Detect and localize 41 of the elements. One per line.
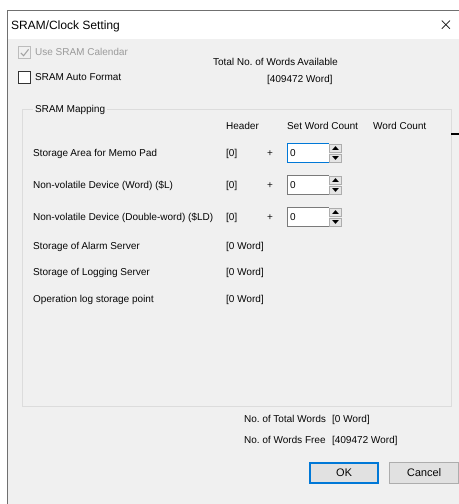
header-value: [0 Word] bbox=[226, 240, 265, 252]
header-value: [0] bbox=[226, 180, 238, 190]
row-label: Operation log storage point bbox=[33, 294, 155, 305]
total-words-label: Total No. of Words Available bbox=[213, 57, 338, 68]
word-count-field[interactable]: 0 bbox=[287, 175, 329, 195]
header-value: [0 Word] bbox=[226, 267, 265, 278]
summary-label: No. of Total Words bbox=[244, 414, 327, 425]
up-arrow-icon[interactable] bbox=[329, 208, 342, 216]
plus-sign: + bbox=[267, 212, 274, 222]
summary-label: No. of Words Free bbox=[244, 435, 327, 446]
row-label: Storage of Logging Server bbox=[33, 267, 151, 278]
plus-sign: + bbox=[267, 148, 274, 158]
close-button[interactable]: × bbox=[430, 15, 459, 35]
plus-sign: + bbox=[267, 180, 274, 190]
column-header: Word Count bbox=[373, 120, 426, 132]
column-header: Set Word Count bbox=[286, 120, 359, 132]
summary-value: [0 Word] bbox=[332, 414, 370, 425]
header-value: [0] bbox=[226, 148, 238, 158]
down-arrow-icon[interactable] bbox=[329, 154, 342, 162]
up-arrow-icon[interactable] bbox=[329, 144, 342, 152]
checkbox[interactable] bbox=[18, 71, 31, 84]
row-label: Non-volatile Device (Word) ($L) bbox=[33, 180, 174, 190]
header-value: [0] bbox=[226, 212, 238, 222]
word-count-field[interactable]: 0 bbox=[287, 207, 329, 227]
group-title: SRAM Mapping bbox=[34, 104, 106, 115]
dialog-button[interactable]: Cancel bbox=[389, 462, 459, 484]
edge-mark bbox=[451, 133, 459, 135]
up-arrow-icon[interactable] bbox=[329, 176, 342, 184]
window-title: SRAM/Clock Setting bbox=[11, 18, 120, 32]
dialog-button[interactable]: OK bbox=[309, 462, 379, 484]
word-count-field[interactable]: 0 bbox=[287, 143, 329, 163]
total-words-value: [409472 Word] bbox=[266, 74, 334, 85]
column-header: Header bbox=[226, 120, 260, 132]
checkbox-option[interactable]: SRAM Auto Format bbox=[18, 71, 213, 84]
summary-value: [409472 Word] bbox=[332, 435, 398, 446]
down-arrow-icon[interactable] bbox=[329, 218, 342, 226]
header-value: [0 Word] bbox=[226, 294, 265, 305]
row-label: Storage of Alarm Server bbox=[33, 240, 141, 252]
row-label: Storage Area for Memo Pad bbox=[33, 148, 158, 158]
row-label: Non-volatile Device (Double-word) ($LD) bbox=[33, 212, 214, 222]
down-arrow-icon[interactable] bbox=[329, 186, 342, 194]
